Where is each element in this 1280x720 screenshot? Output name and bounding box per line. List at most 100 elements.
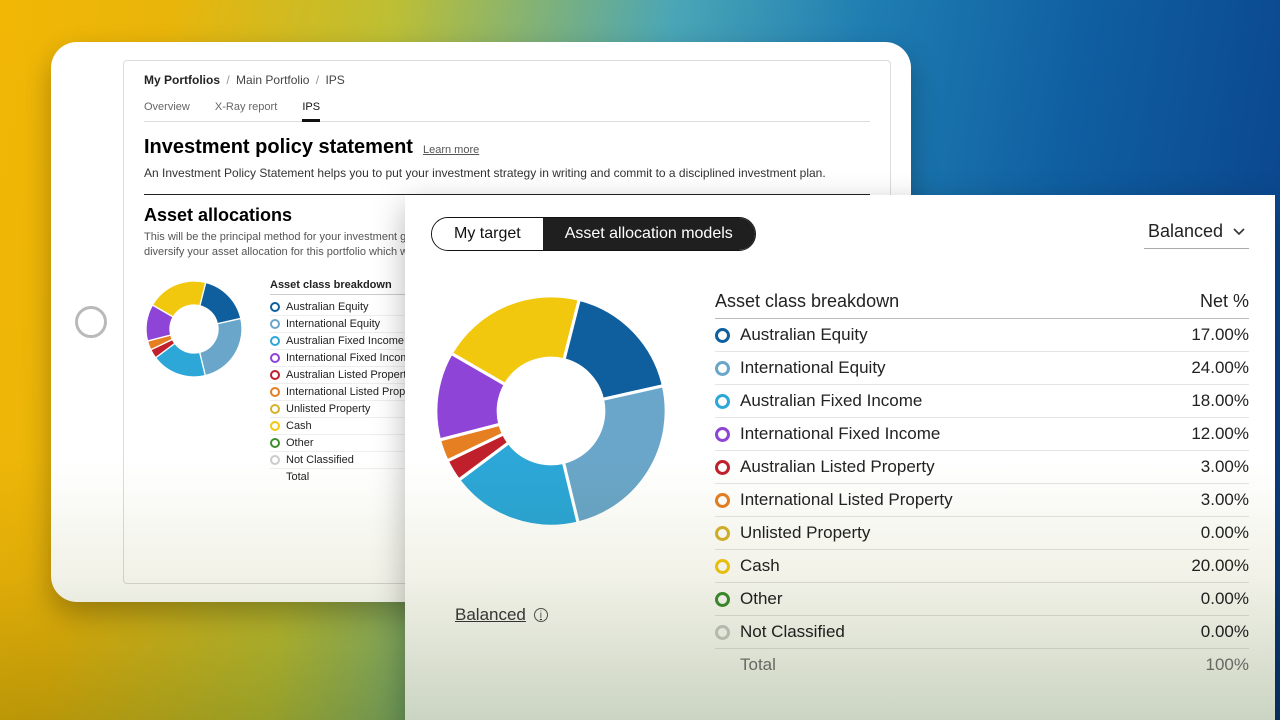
table-row: Australian Equity 17.00% xyxy=(715,319,1249,352)
breadcrumb[interactable]: My Portfolios / Main Portfolio / IPS xyxy=(144,73,870,87)
asset-value: 18.00% xyxy=(1191,391,1249,411)
mini-legend: Asset class breakdown Australian Equity I… xyxy=(270,279,424,485)
asset-value: 24.00% xyxy=(1191,358,1249,378)
legend-label: Other xyxy=(286,437,314,449)
mini-legend-row: Australian Listed Property xyxy=(270,367,424,384)
mini-legend-row: International Fixed Income xyxy=(270,350,424,367)
table-row: Not Classified 0.00% xyxy=(715,616,1249,649)
asset-name: Australian Listed Property xyxy=(740,457,935,477)
asset-breakdown-table: Asset class breakdown Net % Australian E… xyxy=(715,291,1249,681)
asset-allocation-panel: My target Asset allocation models Balanc… xyxy=(405,195,1275,720)
tab-ips[interactable]: IPS xyxy=(302,95,320,121)
legend-label: Australian Equity xyxy=(286,301,369,313)
table-row: Other 0.00% xyxy=(715,583,1249,616)
asset-name: International Fixed Income xyxy=(740,424,940,444)
legend-label: Australian Fixed Income xyxy=(286,335,404,347)
mini-legend-row: Australian Equity xyxy=(270,299,424,316)
asset-name: Australian Equity xyxy=(740,325,868,345)
legend-swatch xyxy=(270,438,280,448)
mini-legend-row: Unlisted Property xyxy=(270,401,424,418)
asset-name: Unlisted Property xyxy=(740,523,870,543)
legend-swatch xyxy=(715,493,730,508)
legend-label: Australian Listed Property xyxy=(286,369,412,381)
legend-label: Unlisted Property xyxy=(286,403,370,415)
table-row: International Equity 24.00% xyxy=(715,352,1249,385)
balanced-footer-link[interactable]: Balanced i xyxy=(455,605,548,625)
legend-swatch xyxy=(715,625,730,640)
seg-my-target[interactable]: My target xyxy=(432,218,543,250)
asset-name: Other xyxy=(740,589,783,609)
legend-swatch xyxy=(715,361,730,376)
mini-legend-row: Other xyxy=(270,435,424,452)
legend-label: International Equity xyxy=(286,318,380,330)
model-dropdown-label: Balanced xyxy=(1148,221,1223,242)
legend-swatch xyxy=(270,404,280,414)
breadcrumb-sep: / xyxy=(313,73,322,87)
table-header-left: Asset class breakdown xyxy=(715,291,899,312)
learn-more-link[interactable]: Learn more xyxy=(423,144,479,156)
table-row: International Listed Property 3.00% xyxy=(715,484,1249,517)
legend-label: International Listed Property xyxy=(286,386,424,398)
mini-legend-row: Cash xyxy=(270,418,424,435)
tab-overview[interactable]: Overview xyxy=(144,95,190,121)
asset-value: 3.00% xyxy=(1201,457,1249,477)
mini-legend-total: Total xyxy=(270,469,424,485)
chevron-down-icon xyxy=(1233,228,1245,236)
legend-swatch xyxy=(270,319,280,329)
tab-xray[interactable]: X-Ray report xyxy=(215,95,277,121)
legend-swatch xyxy=(715,559,730,574)
table-row: Cash 20.00% xyxy=(715,550,1249,583)
legend-swatch xyxy=(715,460,730,475)
legend-swatch xyxy=(270,336,280,346)
legend-label: International Fixed Income xyxy=(286,352,416,364)
segmented-control: My target Asset allocation models xyxy=(431,217,756,251)
subtabs: Overview X-Ray report IPS xyxy=(144,95,870,122)
asset-donut-chart xyxy=(431,291,671,531)
asset-name: International Listed Property xyxy=(740,490,953,510)
asset-value: 0.00% xyxy=(1201,622,1249,642)
breadcrumb-sep: / xyxy=(223,73,232,87)
legend-label: Not Classified xyxy=(286,454,354,466)
legend-label: Cash xyxy=(286,420,312,432)
asset-value: 0.00% xyxy=(1201,589,1249,609)
table-total-row: Total100% xyxy=(715,649,1249,681)
asset-value: 0.00% xyxy=(1201,523,1249,543)
breadcrumb-3[interactable]: IPS xyxy=(325,73,344,87)
model-dropdown[interactable]: Balanced xyxy=(1144,219,1249,249)
mini-legend-header: Asset class breakdown xyxy=(270,279,424,295)
legend-swatch xyxy=(270,421,280,431)
table-row: International Fixed Income 12.00% xyxy=(715,418,1249,451)
breadcrumb-1[interactable]: My Portfolios xyxy=(144,73,220,87)
asset-value: 3.00% xyxy=(1201,490,1249,510)
mini-legend-row: International Equity xyxy=(270,316,424,333)
asset-name: International Equity xyxy=(740,358,886,378)
table-header-right: Net % xyxy=(1200,291,1249,312)
asset-value: 17.00% xyxy=(1191,325,1249,345)
legend-swatch xyxy=(270,302,280,312)
seg-asset-models[interactable]: Asset allocation models xyxy=(543,218,755,250)
table-row: Australian Fixed Income 18.00% xyxy=(715,385,1249,418)
legend-swatch xyxy=(270,353,280,363)
legend-swatch xyxy=(715,526,730,541)
table-row: Unlisted Property 0.00% xyxy=(715,517,1249,550)
info-icon[interactable]: i xyxy=(534,608,548,622)
legend-swatch xyxy=(715,328,730,343)
mini-legend-row: Australian Fixed Income xyxy=(270,333,424,350)
tablet-home-button[interactable] xyxy=(75,306,107,338)
asset-name: Australian Fixed Income xyxy=(740,391,922,411)
legend-swatch xyxy=(270,370,280,380)
balanced-footer-label: Balanced xyxy=(455,605,526,625)
mini-legend-row: International Listed Property xyxy=(270,384,424,401)
mini-donut-chart xyxy=(144,279,244,379)
table-row: Australian Listed Property 3.00% xyxy=(715,451,1249,484)
page-description: An Investment Policy Statement helps you… xyxy=(144,165,870,182)
legend-swatch xyxy=(270,455,280,465)
asset-name: Not Classified xyxy=(740,622,845,642)
legend-swatch xyxy=(715,592,730,607)
asset-value: 20.00% xyxy=(1191,556,1249,576)
asset-value: 12.00% xyxy=(1191,424,1249,444)
mini-legend-row: Not Classified xyxy=(270,452,424,469)
asset-name: Cash xyxy=(740,556,780,576)
breadcrumb-2[interactable]: Main Portfolio xyxy=(236,73,309,87)
legend-swatch xyxy=(270,387,280,397)
